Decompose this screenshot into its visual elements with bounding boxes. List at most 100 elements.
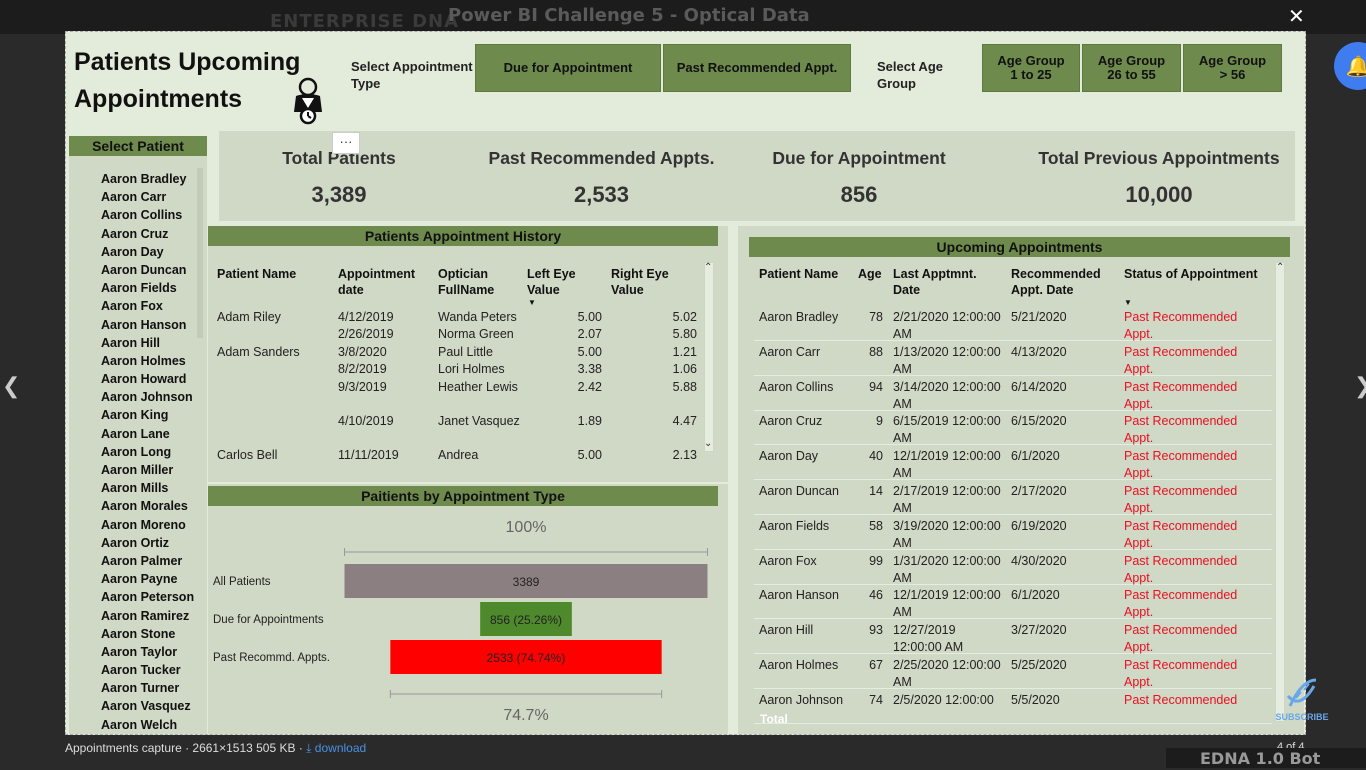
up-status: Past Recommended Appt.	[1124, 379, 1238, 411]
slicer-item[interactable]: Aaron Palmer	[101, 554, 194, 572]
slicer-item[interactable]: Aaron Collins	[101, 208, 194, 226]
col-up-recommended[interactable]: Recommended Appt. Date	[1011, 266, 1121, 298]
scroll-up-icon[interactable]: ⌃	[704, 262, 712, 273]
slicer-item[interactable]: Aaron Hanson	[101, 318, 194, 336]
prev-arrow-icon[interactable]: ❮	[2, 374, 20, 399]
up-status: Past Recommended Appt.	[1124, 449, 1238, 481]
sort-desc-icon[interactable]: ▼	[1124, 298, 1132, 307]
hist-right: 4.47	[672, 414, 697, 428]
slicer-scrollbar[interactable]	[197, 168, 203, 338]
bell-icon[interactable]: 🔔	[1334, 42, 1366, 90]
col-optician[interactable]: Optician FullName	[438, 266, 508, 298]
col-patient-name[interactable]: Patient Name	[217, 266, 296, 282]
col-appointment-date[interactable]: Appointment date	[338, 266, 430, 298]
slicer-item[interactable]: Aaron Day	[101, 245, 194, 263]
slicer-item[interactable]: Aaron Lane	[101, 427, 194, 445]
slicer-item[interactable]: Aaron Fields	[101, 281, 194, 299]
up-rec: 5/21/2020	[1011, 310, 1067, 324]
slicer-item[interactable]: Aaron Moreno	[101, 518, 194, 536]
up-age: 93	[869, 623, 883, 638]
subscribe-badge[interactable]: SUBSCRIBE	[1272, 676, 1332, 728]
hist-left: 3.38	[577, 362, 602, 376]
funnel-bar-label: 2533 (74.74%)	[487, 651, 566, 665]
hist-right: 5.88	[672, 380, 697, 394]
slicer-item[interactable]: Aaron Taylor	[101, 645, 194, 663]
col-up-patient[interactable]: Patient Name	[759, 266, 838, 282]
slicer-item[interactable]: Aaron King	[101, 408, 194, 426]
slicer-item[interactable]: Aaron Johnson	[101, 390, 194, 408]
slicer-item[interactable]: Aaron Holmes	[101, 354, 194, 372]
hist-date: 8/2/2019	[338, 362, 387, 376]
slicer-item[interactable]: Aaron Miller	[101, 463, 194, 481]
col-left-eye[interactable]: Left Eye Value	[527, 266, 597, 298]
slicer-item[interactable]: Aaron Carr	[101, 190, 194, 208]
due-for-appointment-button[interactable]: Due for Appointment	[475, 44, 661, 92]
slicer-item[interactable]: Aaron Cruz	[101, 227, 194, 245]
slicer-item[interactable]: Aaron Morales	[101, 499, 194, 517]
slicer-item[interactable]: Aaron Duncan	[101, 263, 194, 281]
slicer-item[interactable]: Aaron Mills	[101, 481, 194, 499]
age-group-26-55-button[interactable]: Age Group 26 to 55	[1082, 44, 1181, 92]
slicer-item[interactable]: Aaron Stone	[101, 627, 194, 645]
history-scrollbar[interactable]	[704, 262, 714, 452]
up-patient: Aaron Holmes	[759, 658, 839, 672]
col-up-age[interactable]: Age	[858, 266, 882, 282]
hist-patient: Adam Sanders	[217, 345, 300, 359]
slicer-item[interactable]: Aaron Long	[101, 445, 194, 463]
kpi-total-previous: Total Previous Appointments 10,000	[1038, 148, 1280, 207]
hist-left: 1.89	[577, 414, 602, 428]
up-status: Past Recommended Appt.	[1124, 518, 1238, 550]
slicer-item[interactable]: Aaron Vasquez	[101, 699, 194, 717]
up-rec: 6/14/2020	[1011, 379, 1067, 394]
upcoming-scrollbar[interactable]	[1275, 262, 1285, 722]
slicer-item[interactable]: Aaron Hill	[101, 336, 194, 354]
col-up-last[interactable]: Last Apptmnt. Date	[893, 266, 993, 298]
hist-optician: Wanda Peters	[438, 310, 517, 324]
hist-right: 1.21	[672, 345, 697, 359]
more-options-icon[interactable]: ···	[332, 132, 360, 154]
hist-right: 5.02	[672, 310, 697, 324]
scroll-up-icon[interactable]: ⌃	[1276, 262, 1284, 273]
hist-right: 2.13	[672, 448, 697, 462]
up-status: Past Recommended Appt.	[1124, 588, 1238, 620]
edna-bot-label[interactable]: EDNA 1.0 Bot	[1166, 748, 1366, 768]
slicer-item[interactable]: Aaron Fox	[101, 299, 194, 317]
slicer-item[interactable]: Aaron Peterson	[101, 590, 194, 608]
up-patient: Aaron Hill	[759, 623, 814, 638]
up-age: 67	[869, 658, 883, 672]
slicer-item[interactable]: Aaron Ramirez	[101, 609, 194, 627]
kpi-strip: Total Patients 3,389 Past Recommended Ap…	[219, 131, 1295, 221]
slicer-list: Aaron Bradley Aaron Carr Aaron Collins Aaro…	[101, 172, 194, 734]
up-status: Past Recommended Appt.	[1124, 310, 1238, 341]
report-canvas: Patients Upcoming Appointments Select Ap…	[65, 31, 1306, 735]
past-recommended-button[interactable]: Past Recommended Appt.	[663, 44, 851, 92]
up-rec: 2/17/2020	[1011, 484, 1067, 498]
slicer-item[interactable]: Aaron Payne	[101, 572, 194, 590]
slicer-item[interactable]: Aaron Turner	[101, 681, 194, 699]
col-right-eye[interactable]: Right Eye Value	[611, 266, 681, 298]
sort-desc-icon[interactable]: ▼	[528, 298, 536, 307]
hist-optician: Paul Little	[438, 345, 493, 359]
age-group-label: Select Age Group	[877, 59, 943, 91]
slicer-item[interactable]: Aaron Bradley	[101, 172, 194, 190]
slicer-item[interactable]: Aaron Ortiz	[101, 536, 194, 554]
hist-date: 4/12/2019	[338, 310, 394, 324]
age-group-1-25-button[interactable]: Age Group 1 to 25	[982, 44, 1080, 92]
history-title: Patients Appointment History	[208, 226, 718, 246]
download-link[interactable]: ⤓ download	[306, 741, 366, 755]
col-up-status[interactable]: Status of Appointment	[1124, 266, 1274, 282]
kpi-due-for-appointment: Due for Appointment 856	[772, 148, 946, 207]
next-arrow-icon[interactable]: ❯	[1354, 374, 1366, 399]
upcoming-panel: Upcoming Appointments Patient Name Age L…	[738, 226, 1304, 734]
scroll-down-icon[interactable]: ⌄	[704, 438, 712, 449]
slicer-item[interactable]: Aaron Welch	[101, 718, 194, 734]
slicer-item[interactable]: Aaron Howard	[101, 372, 194, 390]
close-icon[interactable]: ✕	[1288, 4, 1305, 28]
up-last: 2/5/2020 12:00:00	[893, 692, 994, 707]
funnel-bar-label: 856 (25.26%)	[490, 613, 562, 627]
hist-date: 4/10/2019	[338, 414, 394, 428]
up-status: Past Recommended Appt.	[1124, 344, 1238, 376]
slicer-item[interactable]: Aaron Tucker	[101, 663, 194, 681]
age-group-56-button[interactable]: Age Group > 56	[1183, 44, 1282, 92]
up-patient: Aaron Day	[759, 449, 819, 464]
